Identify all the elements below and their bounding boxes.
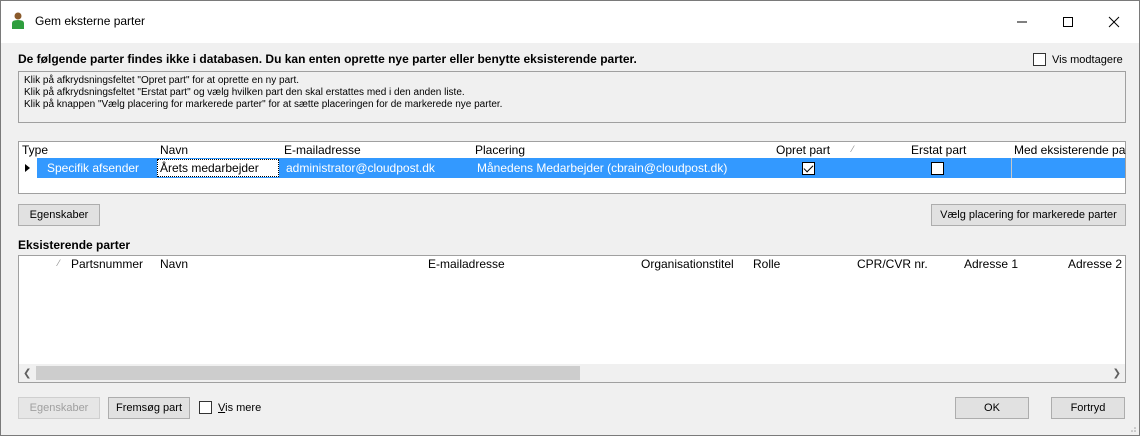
column-header-cpr-cvr[interactable]: CPR/CVR nr. (857, 257, 928, 271)
egenskaber-disabled-button[interactable]: Egenskaber (18, 397, 100, 419)
column-header-email[interactable]: E-mailadresse (284, 143, 361, 157)
cell-placering[interactable]: Månedens Medarbejder (cbrain@cloudpost.d… (477, 161, 727, 175)
existing-parties-header: ⁄ Partsnummer Navn E-mailadresse Organis… (19, 256, 1125, 272)
new-parties-header: Type Navn E-mailadresse Placering Opret … (19, 142, 1125, 158)
opret-part-checkbox[interactable] (802, 162, 815, 175)
fremsoeg-part-button[interactable]: Fremsøg part (108, 397, 190, 419)
vis-modtagere-box[interactable] (1033, 53, 1046, 66)
resize-grip-icon[interactable] (1127, 423, 1137, 433)
column-header-navn[interactable]: Navn (160, 143, 188, 157)
minimize-button[interactable] (999, 1, 1045, 43)
header-message: De følgende parter findes ikke i databas… (18, 52, 637, 66)
column-header-email[interactable]: E-mailadresse (428, 257, 505, 271)
instruction-line: Klik på afkrydsningsfeltet "Opret part" … (24, 75, 300, 86)
dialog-window: Gem eksterne parter De følgende parter f… (0, 0, 1140, 436)
column-header-opret-part[interactable]: Opret part (776, 143, 830, 157)
table-row[interactable]: Specifik afsender Årets medarbejder admi… (19, 158, 1127, 178)
vis-mere-checkbox[interactable]: Vis mere (199, 401, 261, 414)
window-title: Gem eksterne parter (35, 14, 146, 28)
erstat-part-checkbox[interactable] (931, 162, 944, 175)
close-button[interactable] (1091, 1, 1137, 43)
instruction-line: Klik på knappen "Vælg placering for mark… (24, 99, 503, 110)
sort-glyph-icon: ⁄ (852, 144, 854, 154)
existing-parties-grid[interactable]: ⁄ Partsnummer Navn E-mailadresse Organis… (18, 255, 1126, 383)
column-header-partsnummer[interactable]: Partsnummer (71, 257, 143, 271)
sort-glyph-icon: ⁄ (58, 258, 60, 268)
cell-navn[interactable]: Årets medarbejder (157, 159, 279, 177)
instruction-line: Klik på afkrydsningsfeltet "Erstat part"… (24, 87, 465, 98)
minimize-icon (1017, 21, 1027, 23)
horizontal-scrollbar[interactable]: ❮ ❯ (19, 364, 1125, 382)
column-header-placering[interactable]: Placering (475, 143, 525, 157)
cell-type[interactable]: Specifik afsender (47, 161, 139, 175)
column-header-organisationstitel[interactable]: Organisationstitel (641, 257, 734, 271)
column-header-erstat-part[interactable]: Erstat part (911, 143, 966, 157)
title-bar: Gem eksterne parter (1, 1, 1139, 43)
fortryd-button[interactable]: Fortryd (1051, 397, 1125, 419)
column-header-rolle[interactable]: Rolle (753, 257, 780, 271)
new-parties-grid[interactable]: Type Navn E-mailadresse Placering Opret … (18, 141, 1126, 194)
vis-mere-box[interactable] (199, 401, 212, 414)
scroll-right-icon[interactable]: ❯ (1113, 368, 1121, 379)
cell-email[interactable]: administrator@cloudpost.dk (286, 161, 435, 175)
current-row-icon (25, 164, 30, 172)
vis-modtagere-checkbox[interactable]: Vis modtagere (1033, 53, 1123, 66)
vis-mere-label: Vis mere (218, 401, 262, 414)
column-header-adresse-2[interactable]: Adresse 2 (1068, 257, 1122, 271)
existing-parties-label: Eksisterende parter (18, 238, 131, 252)
vaelg-placering-button[interactable]: Vælg placering for markerede parter (931, 204, 1126, 226)
vis-modtagere-label: Vis modtagere (1052, 53, 1123, 66)
scroll-thumb[interactable] (36, 366, 580, 380)
ok-button[interactable]: OK (955, 397, 1029, 419)
instructions-box: Klik på afkrydsningsfeltet "Opret part" … (18, 71, 1126, 123)
column-header-navn[interactable]: Navn (160, 257, 188, 271)
column-header-type[interactable]: Type (22, 143, 48, 157)
column-divider (1011, 158, 1012, 178)
person-icon (12, 12, 24, 29)
maximize-icon (1063, 17, 1073, 27)
column-header-adresse-1[interactable]: Adresse 1 (964, 257, 1018, 271)
close-icon (1108, 16, 1120, 28)
maximize-button[interactable] (1045, 1, 1091, 43)
scroll-left-icon[interactable]: ❮ (23, 368, 31, 379)
column-header-med-eksisterende[interactable]: Med eksisterende pa (1014, 143, 1125, 157)
egenskaber-button[interactable]: Egenskaber (18, 204, 100, 226)
